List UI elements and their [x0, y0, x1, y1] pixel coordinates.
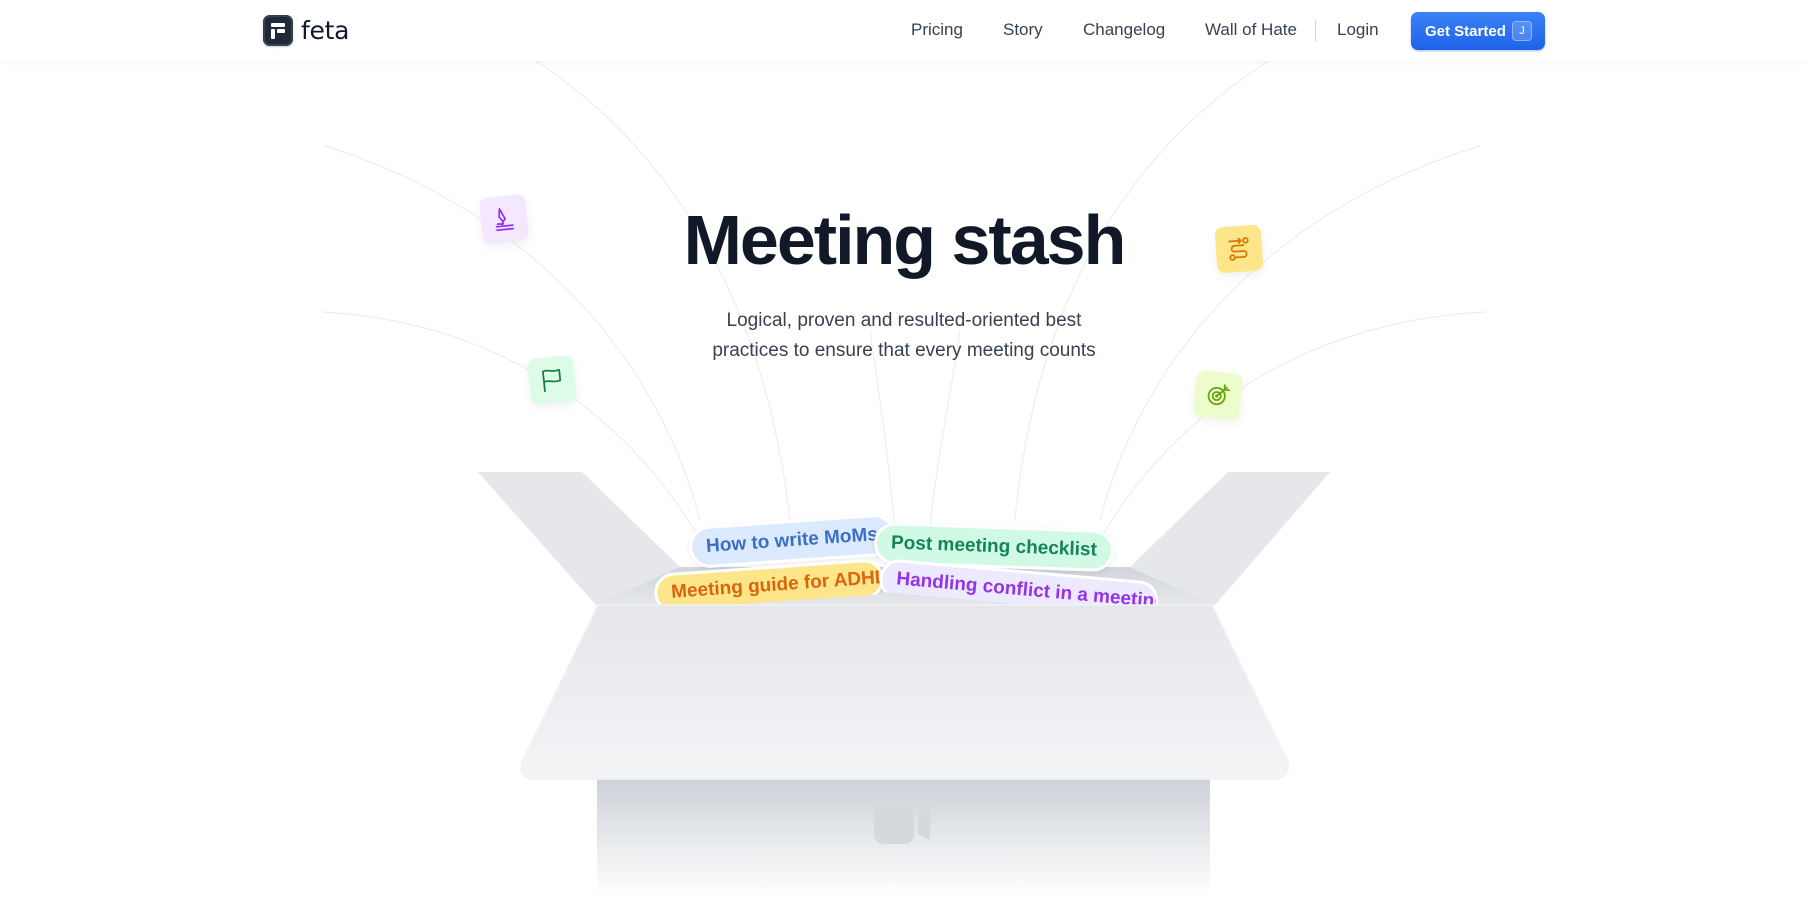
- get-started-button[interactable]: Get Started J: [1411, 12, 1545, 50]
- nav-link-changelog[interactable]: Changelog: [1083, 20, 1165, 40]
- page-title: Meeting stash: [683, 201, 1127, 279]
- nav-link-pricing[interactable]: Pricing: [911, 20, 963, 40]
- brand-name: feta: [301, 16, 350, 45]
- brand-logo-link[interactable]: feta: [263, 15, 349, 46]
- nav-link-wall-of-hate[interactable]: Wall of Hate: [1205, 20, 1297, 40]
- nav-link-story[interactable]: Story: [1003, 20, 1043, 40]
- nav-divider: [1315, 20, 1316, 42]
- shortcut-key-badge: J: [1512, 21, 1532, 41]
- box-front-panel: [520, 604, 1289, 780]
- flag-icon: [526, 354, 578, 406]
- page-subtitle: Logical, proven and resulted-oriented be…: [654, 306, 1154, 366]
- route-icon: [1214, 224, 1264, 274]
- target-icon: [1192, 369, 1244, 421]
- subtitle-line-2: practices to ensure that every meeting c…: [712, 340, 1096, 361]
- feta-logo-icon: [263, 15, 293, 46]
- top-navbar: feta Pricing Story Changelog Wall of Hat…: [0, 0, 1808, 61]
- subtitle-line-1: Logical, proven and resulted-oriented be…: [726, 310, 1082, 331]
- nav-link-login[interactable]: Login: [1337, 20, 1379, 40]
- video-camera-icon: [874, 802, 930, 844]
- pen-signature-icon: [478, 193, 530, 245]
- get-started-label: Get Started: [1425, 22, 1506, 40]
- meeting-stash-box: How to write MoMs Post meeting checklist…: [0, 0, 1808, 897]
